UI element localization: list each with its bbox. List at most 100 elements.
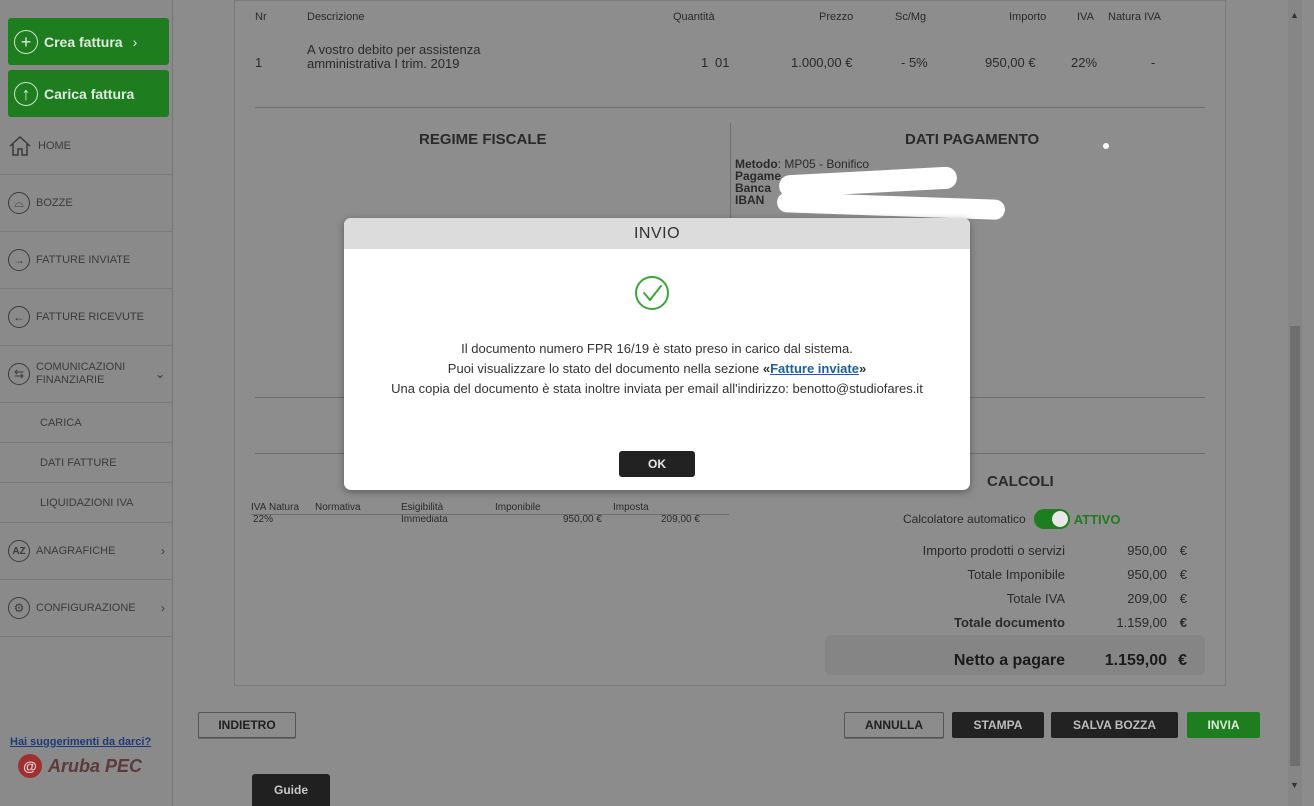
sidebar-item-comunicazioni-finanziarie[interactable]: ⇆ COMUNICAZIONI FINANZIARIE ⌄ (0, 346, 173, 403)
calc-row-total: Totale documento 1.159,00 € (835, 615, 1205, 633)
auto-calculator-status: ATTIVO (1073, 511, 1121, 527)
sidebar-item-home[interactable]: HOME (0, 118, 173, 175)
aruba-pec-logo: @ Aruba PEC (18, 754, 142, 778)
vat-col-eligibility: Esigibilità (401, 502, 444, 513)
payment-title: DATI PAGAMENTO (905, 131, 1040, 148)
vat-col-rule: Normativa (315, 502, 361, 513)
tax-regime-title: REGIME FISCALE (419, 131, 547, 148)
chevron-down-icon: ⌄ (154, 367, 165, 381)
row-vat-nature: - (1151, 55, 1156, 70)
sidebar-item-fatture-ricevute[interactable]: ← FATTURE RICEVUTE (0, 289, 173, 346)
calc-row: Importo prodotti o servizi 950,00 € (835, 543, 1205, 561)
sidebar-subitem-carica[interactable]: CARICA (0, 403, 173, 443)
col-description: Descrizione (307, 11, 365, 23)
sidebar-item-anagrafiche[interactable]: AZ ANAGRAFICHE › (0, 523, 173, 580)
home-icon (9, 135, 31, 156)
scroll-thumb[interactable] (1290, 326, 1300, 766)
col-vat: IVA (1077, 11, 1094, 23)
sidebar-item-label: CONFIGURAZIONE (36, 602, 136, 614)
auto-calculator-label: Calcolatore automatico (903, 512, 1026, 526)
send-confirmation-dialog: INVIO Il documento numero FPR 16/19 è st… (344, 218, 970, 490)
calc-currency: € (1179, 543, 1187, 558)
sidebar-item-label: CARICA (40, 416, 82, 429)
upload-invoice-label: Carica fattura (44, 85, 135, 102)
send-button[interactable]: INVIA (1187, 712, 1260, 738)
divider (251, 514, 729, 515)
aruba-logo-text: Aruba PEC (48, 755, 143, 776)
quote-close: » (858, 361, 867, 376)
cancel-button[interactable]: ANNULLA (844, 712, 944, 738)
sidebar-item-label-line1: COMUNICAZIONI (36, 361, 126, 373)
sidebar-item-configurazione[interactable]: ⚙ CONFIGURAZIONE › (0, 580, 173, 637)
arrow-left-icon: ← (8, 306, 30, 328)
print-button[interactable]: STAMPA (952, 712, 1044, 738)
sidebar-item-label: DATI FATTURE (40, 456, 117, 469)
arrow-right-icon: → (8, 249, 30, 271)
sidebar-item-label: FATTURE INVIATE (36, 254, 131, 266)
dialog-title: INVIO (344, 218, 970, 249)
col-discount: Sc/Mg (895, 11, 927, 23)
chevron-right-icon: › (132, 33, 138, 50)
scroll-down-icon[interactable]: ▼ (1290, 780, 1299, 790)
address-book-icon: AZ (8, 540, 30, 562)
calc-row: Totale IVA 209,00 € (835, 591, 1205, 609)
calc-currency: € (1179, 591, 1187, 606)
ok-button[interactable]: OK (619, 451, 695, 477)
plus-icon: + (14, 29, 38, 54)
row-price: 1.000,00 € (791, 55, 853, 70)
sidebar-item-label: ANAGRAFICHE (36, 545, 116, 557)
vat-col-nature: Natura (269, 502, 300, 513)
suggestions-link[interactable]: Hai suggerimenti da darci? (10, 736, 151, 748)
auto-calculator-row: Calcolatore automatico ATTIVO (903, 509, 1120, 529)
divider (255, 107, 1205, 108)
sidebar-item-bozze[interactable]: ⌓ BOZZE (0, 175, 173, 232)
back-button[interactable]: INDIETRO (198, 712, 296, 738)
create-invoice-label: Crea fattura (44, 33, 123, 50)
calc-label: Totale Imponibile (967, 567, 1065, 582)
create-invoice-button[interactable]: + Crea fattura › (8, 18, 169, 65)
toggle-knob (1051, 511, 1068, 527)
upload-invoice-button[interactable]: ↑ Carica fattura (8, 70, 169, 117)
fatture-inviate-link[interactable]: Fatture inviate (770, 361, 859, 376)
row-quantity: 1 (701, 55, 709, 70)
net-to-pay-label: Netto a pagare (953, 652, 1065, 669)
col-quantity: Quantità (673, 11, 715, 23)
row-description-line2: amministrativa I trim. 2019 (307, 56, 460, 71)
vat-row-tax: 209,00 € (661, 514, 700, 525)
payment-method-value: : MP05 - Bonifico (777, 157, 870, 171)
redaction-scribble (776, 192, 1006, 220)
sidebar-item-fatture-inviate[interactable]: → FATTURE INVIATE (0, 232, 173, 289)
chevron-right-icon: › (161, 601, 165, 615)
vat-col-iva: IVA (251, 502, 267, 513)
guide-button[interactable]: Guide (252, 774, 330, 806)
row-amount: 950,00 € (985, 55, 1036, 70)
calc-value: 209,00 (1127, 591, 1167, 606)
calc-label: Totale IVA (1006, 591, 1065, 606)
sidebar-subitem-liquidazioni-iva[interactable]: LIQUIDAZIONI IVA (0, 483, 173, 523)
decorative-dot (1103, 143, 1109, 149)
dialog-message-line3: Una copia del documento è stata inoltre … (391, 381, 923, 396)
calc-value: 950,00 (1127, 543, 1167, 558)
calc-label: Totale documento (954, 615, 1065, 630)
vat-col-tax: Imposta (613, 502, 649, 513)
calc-currency: € (1179, 615, 1187, 630)
row-description-line1: A vostro debito per assistenza (307, 42, 481, 57)
sidebar: + Crea fattura › ↑ Carica fattura HOME ⌓… (0, 0, 173, 806)
sidebar-subitem-dati-fatture[interactable]: DATI FATTURE (0, 443, 173, 483)
chevron-right-icon: › (161, 544, 165, 558)
calcoli-title: CALCOLI (987, 473, 1054, 490)
col-amount: Importo (1009, 11, 1047, 23)
dialog-message-line2-text: Puoi visualizzare lo stato del documento… (447, 361, 763, 376)
calc-currency: € (1179, 567, 1187, 582)
upload-icon: ↑ (14, 81, 38, 106)
aruba-logo-icon: @ (18, 754, 42, 778)
net-to-pay-currency: € (1178, 652, 1187, 669)
net-to-pay-value: 1.159,00 (1104, 652, 1167, 669)
save-draft-button[interactable]: SALVA BOZZA (1051, 712, 1178, 738)
payment-iban-label: IBAN (735, 193, 765, 207)
row-discount: - 5% (901, 55, 928, 70)
scroll-up-icon[interactable]: ▲ (1290, 10, 1299, 20)
dialog-message-line1: Il documento numero FPR 16/19 è stato pr… (461, 341, 853, 356)
auto-calculator-toggle[interactable] (1033, 509, 1070, 529)
row-vat: 22% (1071, 55, 1098, 70)
